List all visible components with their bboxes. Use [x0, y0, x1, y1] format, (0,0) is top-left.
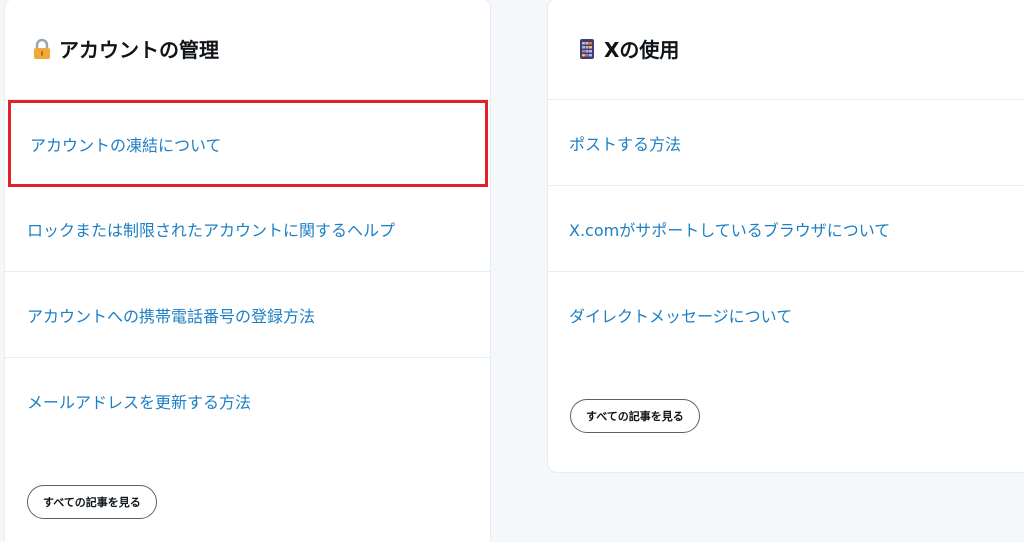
phone-icon: [576, 38, 598, 60]
using-x-card: Xの使用 ポストする方法 X.comがサポートしているブラウザについて ダイレク…: [547, 0, 1024, 473]
article-link-supported-browsers[interactable]: X.comがサポートしているブラウザについて: [548, 186, 1024, 272]
card-title-text: Xの使用: [604, 38, 680, 62]
card-title: Xの使用: [576, 34, 679, 63]
article-link-phone-registration[interactable]: アカウントへの携帯電話番号の登録方法: [5, 272, 490, 358]
article-link-direct-messages[interactable]: ダイレクトメッセージについて: [548, 272, 1024, 358]
article-link-label[interactable]: ロックまたは制限されたアカウントに関するヘルプ: [27, 217, 395, 241]
article-link-label[interactable]: メールアドレスを更新する方法: [27, 389, 251, 413]
article-link-update-email[interactable]: メールアドレスを更新する方法: [5, 358, 490, 444]
article-link-how-to-post[interactable]: ポストする方法: [548, 100, 1024, 186]
card-title: アカウントの管理: [31, 34, 219, 63]
see-all-articles-button[interactable]: すべての記事を見る: [27, 485, 157, 519]
article-link-label[interactable]: アカウントへの携帯電話番号の登録方法: [27, 303, 315, 327]
article-link-locked-account-help[interactable]: ロックまたは制限されたアカウントに関するヘルプ: [5, 186, 490, 272]
card-title-text: アカウントの管理: [59, 38, 219, 62]
see-all-articles-button[interactable]: すべての記事を見る: [570, 399, 700, 433]
article-link-label[interactable]: アカウントの凍結について: [30, 132, 222, 156]
lock-icon: [31, 38, 53, 60]
article-link-label[interactable]: ポストする方法: [569, 131, 681, 155]
article-link-label[interactable]: X.comがサポートしているブラウザについて: [569, 217, 890, 241]
account-management-card: アカウントの管理 アカウントの凍結について ロックまたは制限されたアカウントに関…: [4, 0, 491, 542]
article-link-account-suspension[interactable]: アカウントの凍結について: [8, 100, 488, 187]
help-center-page: アカウントの管理 アカウントの凍結について ロックまたは制限されたアカウントに関…: [0, 0, 1024, 542]
article-link-label[interactable]: ダイレクトメッセージについて: [569, 303, 792, 327]
card-header: Xの使用: [548, 0, 1024, 100]
card-header: アカウントの管理: [5, 0, 490, 100]
